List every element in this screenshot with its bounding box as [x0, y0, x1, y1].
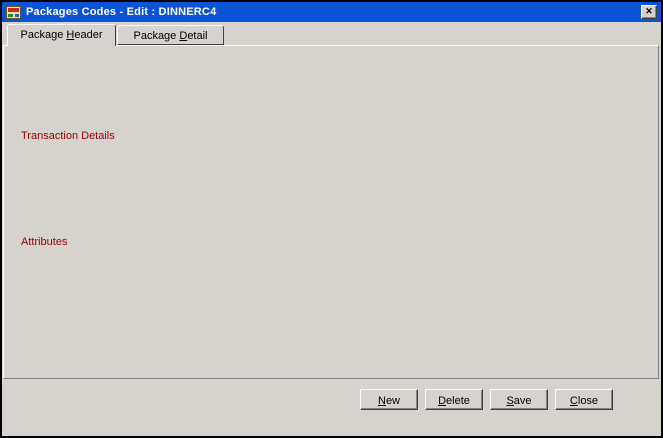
tab-package-detail[interactable]: Package Detail [117, 25, 224, 45]
new-button[interactable]: New [360, 389, 418, 410]
close-icon[interactable]: ✕ [641, 5, 657, 19]
close-button[interactable]: Close [555, 389, 613, 410]
packages-codes-window: Packages Codes - Edit : DINNERC4 ✕ Packa… [0, 0, 663, 438]
titlebar: Packages Codes - Edit : DINNERC4 ✕ [2, 2, 661, 22]
window-title: Packages Codes - Edit : DINNERC4 [26, 6, 216, 18]
attributes-title: Attributes [18, 236, 70, 248]
delete-button[interactable]: Delete [425, 389, 483, 410]
tab-content-pane [3, 45, 659, 379]
save-button[interactable]: Save [490, 389, 548, 410]
transaction-details-title: Transaction Details [18, 130, 118, 142]
app-icon [6, 6, 21, 19]
tab-package-header[interactable]: Package Header [7, 24, 116, 46]
